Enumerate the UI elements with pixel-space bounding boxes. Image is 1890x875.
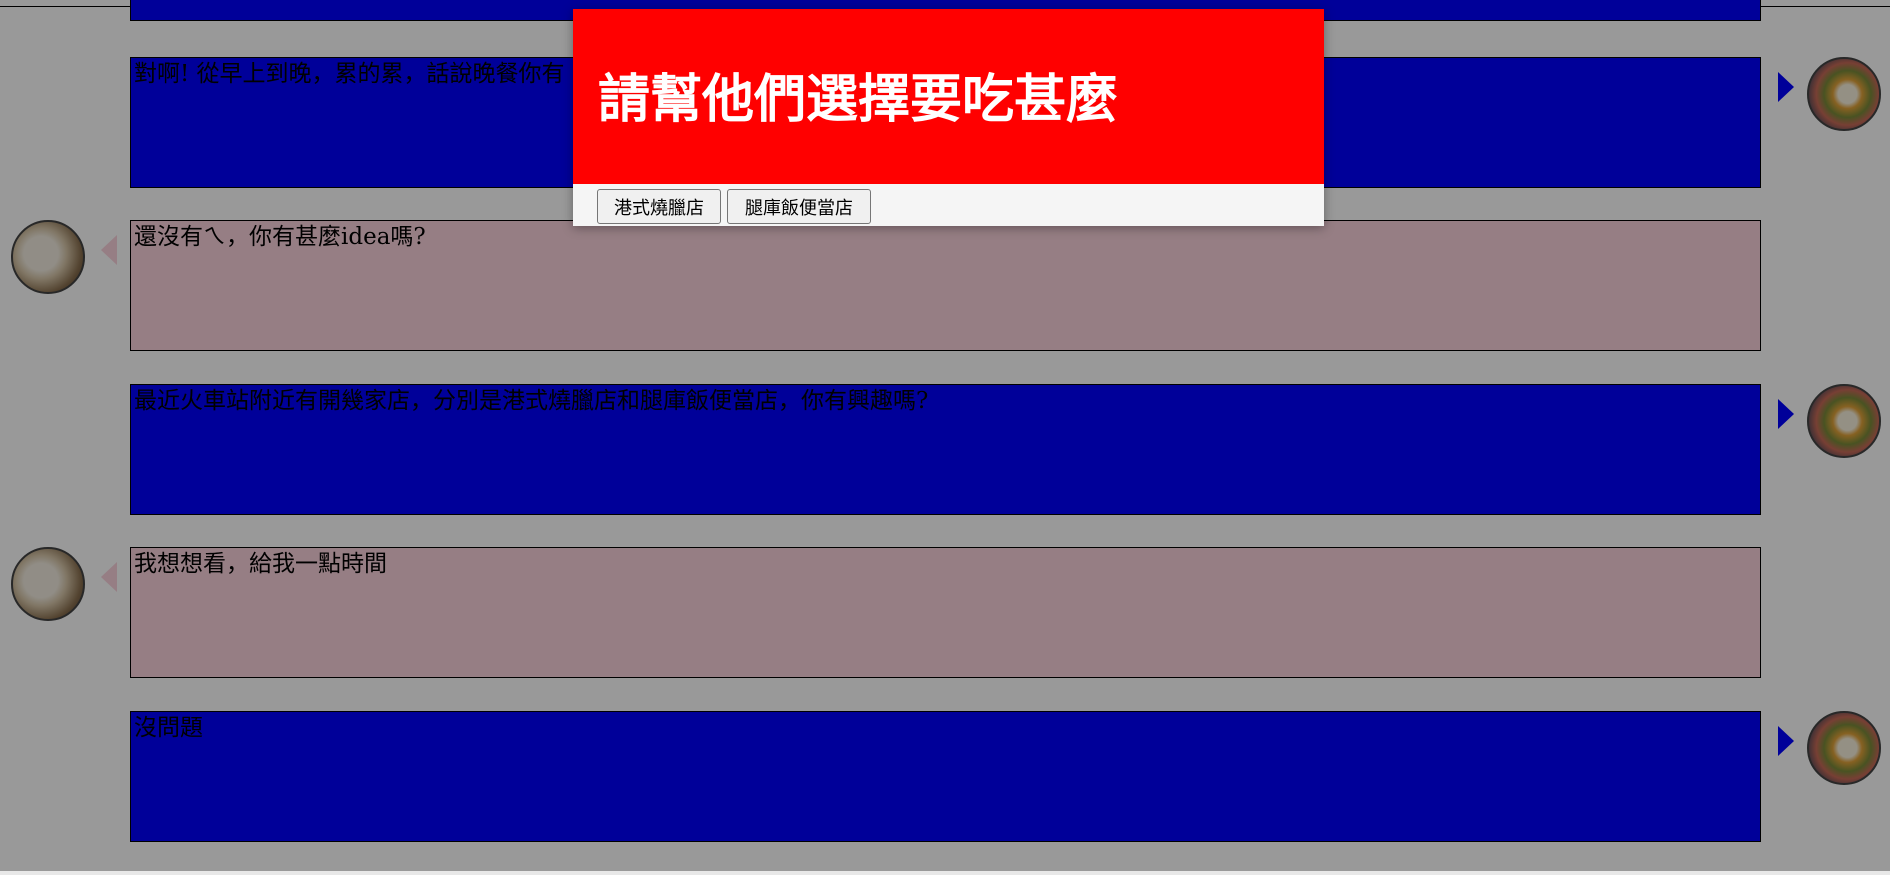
- dialog-title: 請幫他們選擇要吃甚麼: [598, 70, 1119, 130]
- option-button-hk-bbq[interactable]: 港式燒臘店: [597, 189, 721, 224]
- option-button-pork-knuckle-bento[interactable]: 腿庫飯便當店: [727, 189, 871, 224]
- bottom-strip: [0, 871, 1890, 875]
- choice-dialog: 請幫他們選擇要吃甚麼 港式燒臘店 腿庫飯便當店: [573, 9, 1324, 226]
- dialog-header: 請幫他們選擇要吃甚麼: [573, 9, 1324, 184]
